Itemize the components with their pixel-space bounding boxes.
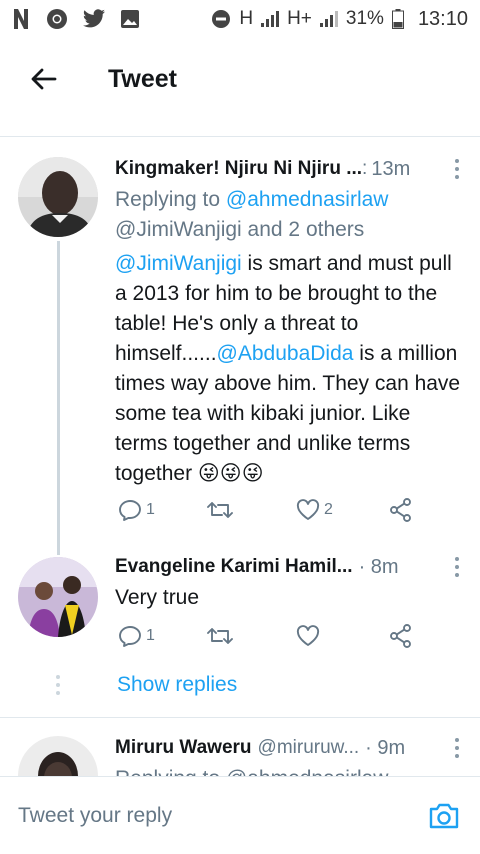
reply-button[interactable]: 1 bbox=[118, 499, 206, 521]
mention-link[interactable]: @ahmednasirlaw bbox=[226, 188, 389, 211]
reply-button[interactable]: 1 bbox=[118, 625, 206, 647]
like-button[interactable] bbox=[296, 625, 388, 647]
gallery-icon bbox=[120, 9, 140, 29]
battery-percent: 31% bbox=[345, 8, 384, 29]
app-header: Tweet bbox=[0, 38, 480, 120]
tweet-time: · 9m bbox=[365, 736, 406, 759]
reply-input[interactable] bbox=[18, 803, 398, 828]
chrome-icon bbox=[46, 8, 68, 30]
tweet-content: Miruru Waweru @miruruw... · 9m Replying … bbox=[115, 734, 466, 776]
like-button[interactable]: 2 bbox=[296, 499, 388, 521]
mention-link[interactable]: @JimiWanjigi bbox=[115, 252, 242, 275]
tweet-time: 13m bbox=[371, 157, 411, 180]
reply-bar bbox=[0, 776, 480, 854]
share-icon bbox=[390, 498, 411, 522]
emoji: 😜😜😜 bbox=[197, 462, 264, 485]
tweet-time: · 8m bbox=[358, 555, 399, 578]
signal-icon bbox=[261, 11, 280, 27]
tweet-header: Miruru Waweru @miruruw... · 9m bbox=[115, 734, 466, 762]
page-title: Tweet bbox=[108, 64, 177, 93]
share-icon bbox=[390, 624, 411, 648]
share-button[interactable] bbox=[388, 623, 414, 649]
tweet-item[interactable]: Kingmaker! Njiru Ni Njiru ... : 13m Repl… bbox=[0, 137, 480, 537]
replying-to: Replying to @ahmednasirlaw bbox=[115, 185, 466, 215]
heart-icon bbox=[296, 625, 320, 646]
tweet-text: Very true bbox=[115, 586, 200, 609]
share-button[interactable] bbox=[388, 497, 414, 523]
dnd-icon bbox=[211, 9, 231, 29]
tweet-header: Evangeline Karimi Hamil... · 8m bbox=[115, 553, 466, 581]
tweet-item[interactable]: Miruru Waweru @miruruw... · 9m Replying … bbox=[0, 718, 480, 776]
reply-count: 1 bbox=[146, 501, 155, 518]
like-count: 2 bbox=[324, 501, 333, 518]
author-handle: @miruruw... bbox=[257, 737, 360, 758]
network-type-1: H bbox=[239, 8, 254, 29]
author-name[interactable]: Kingmaker! Njiru Ni Njiru ... bbox=[115, 158, 362, 180]
retweet-icon bbox=[207, 502, 233, 518]
retweet-button[interactable] bbox=[206, 499, 296, 521]
twitter-icon bbox=[82, 9, 106, 29]
signal-icon bbox=[319, 11, 338, 27]
thread-line bbox=[57, 241, 60, 537]
reply-icon bbox=[119, 500, 141, 521]
mention-link[interactable]: @AbdubaDida bbox=[217, 342, 354, 365]
thread-line bbox=[57, 537, 60, 555]
system-icons: H H+ 31% 13:10 bbox=[211, 8, 468, 31]
tweet-content: Kingmaker! Njiru Ni Njiru ... : 13m Repl… bbox=[115, 155, 466, 489]
tweet-actions: 1 bbox=[118, 623, 414, 649]
tweet-item[interactable]: Evangeline Karimi Hamil... · 8m Very tru… bbox=[0, 537, 480, 717]
replying-prefix: Replying to bbox=[115, 188, 221, 211]
avatar[interactable] bbox=[18, 157, 98, 237]
author-name[interactable]: Evangeline Karimi Hamil... bbox=[115, 556, 353, 578]
battery-icon bbox=[391, 9, 404, 29]
clock: 13:10 bbox=[417, 7, 468, 30]
replying-more-link[interactable]: @JimiWanjigi and 2 others bbox=[115, 215, 466, 245]
network-type-2: H+ bbox=[287, 8, 312, 29]
thread-dots bbox=[56, 675, 60, 695]
netflix-icon bbox=[12, 8, 32, 30]
tweet-header: Kingmaker! Njiru Ni Njiru ... : 13m bbox=[115, 155, 466, 183]
tweet-content: Evangeline Karimi Hamil... · 8m Very tru… bbox=[115, 553, 466, 613]
heart-icon bbox=[296, 499, 320, 520]
more-options-icon[interactable] bbox=[448, 738, 466, 758]
tweet-actions: 1 2 bbox=[118, 497, 414, 523]
avatar[interactable] bbox=[18, 736, 98, 776]
back-button[interactable] bbox=[26, 61, 62, 97]
retweet-icon bbox=[207, 628, 233, 644]
replying-to: Replying to @ahmednasirlaw bbox=[115, 764, 466, 776]
author-handle: : bbox=[362, 158, 368, 179]
camera-button[interactable] bbox=[426, 798, 462, 834]
arrow-left-icon bbox=[31, 68, 57, 90]
avatar[interactable] bbox=[18, 557, 98, 637]
notification-icons bbox=[12, 8, 140, 30]
more-options-icon[interactable] bbox=[448, 159, 466, 179]
reply-icon bbox=[119, 626, 141, 647]
retweet-button[interactable] bbox=[206, 625, 296, 647]
reply-count: 1 bbox=[146, 627, 155, 644]
author-name[interactable]: Miruru Waweru bbox=[115, 737, 252, 759]
show-replies-link[interactable]: Show replies bbox=[117, 673, 237, 697]
camera-icon bbox=[429, 803, 459, 828]
status-bar: H H+ 31% 13:10 bbox=[0, 0, 480, 38]
tweet-text: @JimiWanjigi is smart and must pull a 20… bbox=[115, 249, 466, 489]
more-options-icon[interactable] bbox=[448, 557, 466, 577]
